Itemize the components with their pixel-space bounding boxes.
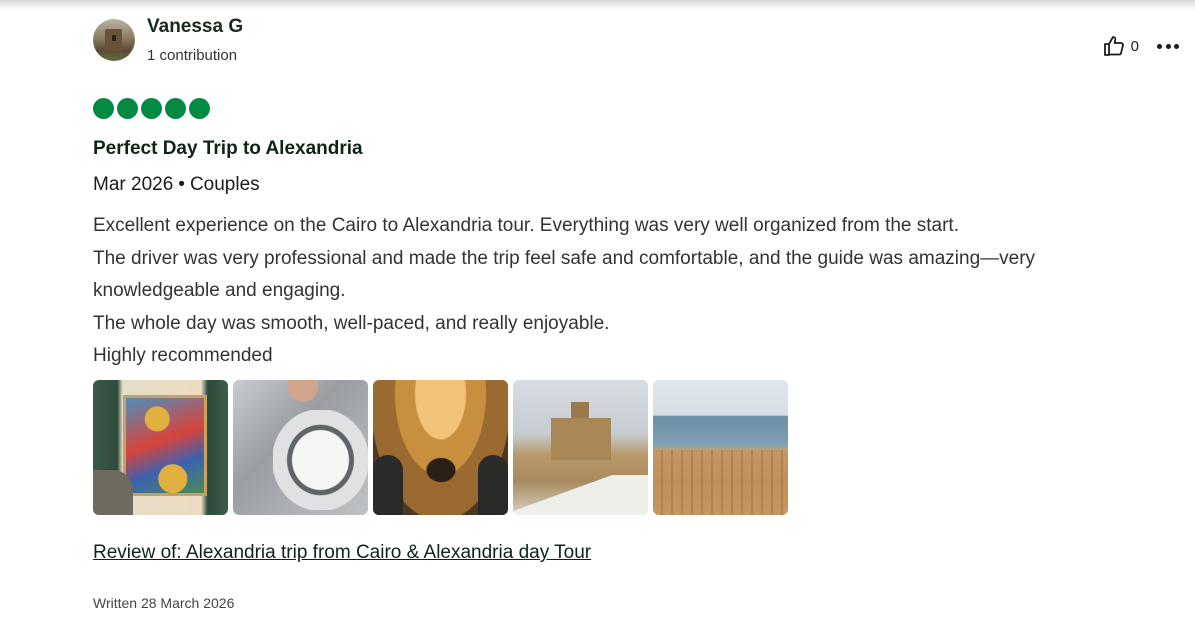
review-card: Vanessa G 1 contribution 0 Perfect Day T… bbox=[93, 14, 1193, 611]
model-arena bbox=[273, 410, 368, 510]
review-actions: 0 bbox=[1102, 34, 1179, 58]
review-body: Excellent experience on the Cairo to Ale… bbox=[93, 210, 1193, 373]
more-options-button[interactable] bbox=[1157, 36, 1179, 56]
review-photo-mosaic[interactable] bbox=[93, 380, 228, 515]
rating-bubble bbox=[93, 98, 114, 119]
more-options-dot bbox=[1174, 43, 1179, 49]
dome-arch bbox=[478, 455, 508, 515]
review-photo-seaside-ruins[interactable] bbox=[653, 380, 788, 515]
trip-type: Couples bbox=[189, 174, 260, 195]
review-date: Mar 2026 bbox=[93, 174, 174, 195]
photo-shadow bbox=[93, 470, 133, 515]
review-photo-model[interactable] bbox=[233, 380, 368, 515]
dome-chandelier bbox=[423, 455, 459, 485]
rating-bubble bbox=[165, 98, 186, 119]
review-title[interactable]: Perfect Day Trip to Alexandria bbox=[93, 138, 363, 160]
review-photo-dome[interactable] bbox=[373, 380, 508, 515]
reviewer-name[interactable]: Vanessa G bbox=[147, 16, 243, 38]
written-date: Written 28 March 2026 bbox=[93, 595, 235, 611]
meta-separator: • bbox=[178, 174, 185, 195]
citadel-wall bbox=[551, 418, 611, 460]
more-options-icon bbox=[1157, 43, 1162, 49]
review-body-line: The whole day was smooth, well-paced, an… bbox=[93, 312, 610, 334]
review-body-line: The driver was very professional and mad… bbox=[93, 247, 1036, 269]
review-body-line: Excellent experience on the Cairo to Ale… bbox=[93, 215, 959, 236]
helpful-count: 0 bbox=[1130, 37, 1139, 55]
helpful-vote-button[interactable]: 0 bbox=[1102, 34, 1139, 58]
photo-hand bbox=[288, 380, 318, 402]
review-body-line: knowledgeable and engaging. bbox=[93, 280, 346, 301]
seaside-ruins bbox=[653, 450, 788, 515]
thumbs-up-icon bbox=[1103, 36, 1124, 56]
avatar-window-shape bbox=[112, 35, 116, 41]
page-top-shadow bbox=[0, 0, 1195, 10]
bubble-rating bbox=[93, 98, 213, 119]
review-meta: Mar 2026 • Couples bbox=[93, 174, 260, 196]
review-of-link[interactable]: Review of: Alexandria trip from Cairo & … bbox=[93, 542, 591, 564]
avatar[interactable] bbox=[93, 19, 135, 61]
review-photo-citadel[interactable] bbox=[513, 380, 648, 515]
review-photos bbox=[93, 380, 788, 515]
review-body-line: Highly recommended bbox=[93, 345, 273, 366]
reviewer-contributions: 1 contribution bbox=[147, 47, 238, 64]
citadel-path bbox=[513, 475, 648, 515]
review-header: Vanessa G 1 contribution 0 bbox=[93, 14, 1193, 70]
dome-arch bbox=[373, 455, 403, 515]
rating-bubble bbox=[141, 98, 162, 119]
more-options-dot bbox=[1165, 43, 1171, 49]
rating-bubble bbox=[189, 98, 210, 119]
mosaic-artwork bbox=[123, 395, 207, 496]
rating-bubble bbox=[117, 98, 138, 119]
